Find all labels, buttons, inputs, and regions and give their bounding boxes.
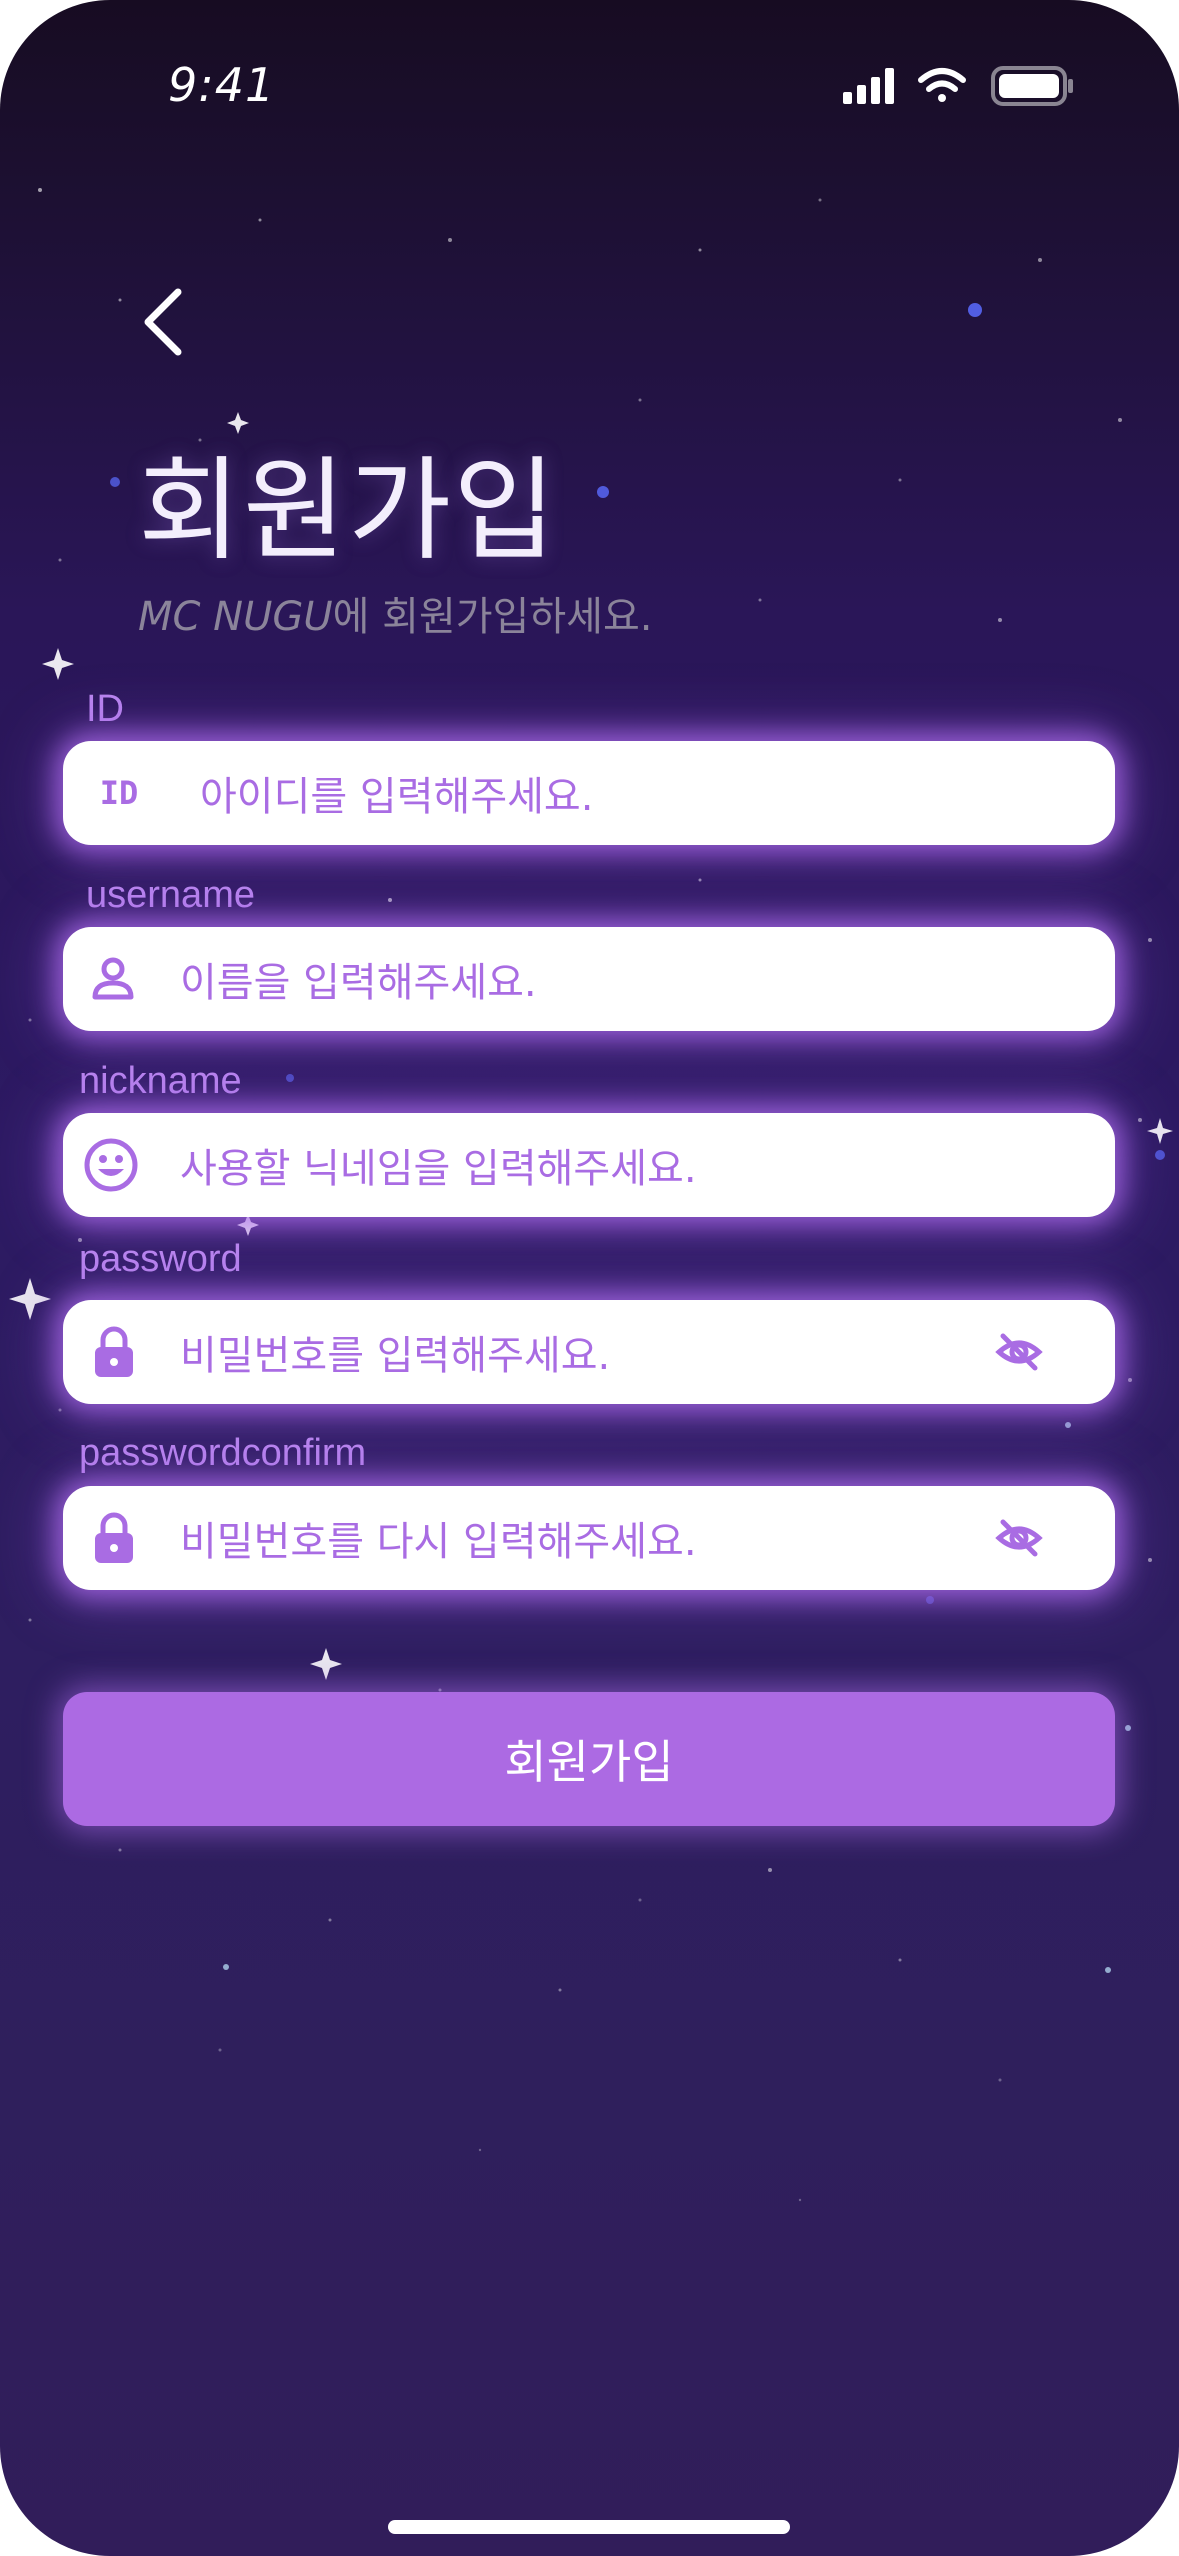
id-label: ID [86, 688, 124, 730]
password-confirm-visibility-toggle[interactable] [995, 1514, 1043, 1562]
subtitle-brand: MC NUGU [138, 594, 333, 640]
username-field[interactable]: 이름을 입력해주세요. [63, 927, 1115, 1031]
status-time: 9:41 [168, 58, 276, 112]
password-confirm-placeholder: 비밀번호를 다시 입력해주세요. [180, 1519, 697, 1565]
eye-off-icon [995, 1333, 1043, 1371]
smiley-icon [84, 1138, 138, 1192]
password-visibility-toggle[interactable] [995, 1328, 1043, 1376]
id-placeholder: 아이디를 입력해주세요. [200, 774, 594, 820]
back-button[interactable] [126, 282, 196, 362]
id-icon: ID [91, 773, 147, 813]
signup-button[interactable]: 회원가입 [63, 1692, 1115, 1826]
password-placeholder: 비밀번호를 입력해주세요. [180, 1333, 611, 1379]
battery-icon [991, 66, 1073, 106]
app-screen: 9:41 회원가입 MC NUGU에 회원가입하세요. ID ID 아이디를 입… [0, 0, 1179, 2556]
id-icon-text: ID [99, 774, 139, 812]
lock-icon [95, 1512, 133, 1563]
status-icons [843, 66, 1073, 106]
username-label: username [86, 874, 255, 916]
subtitle-text: 에 회원가입하세요. [332, 594, 653, 640]
lock-icon [95, 1326, 133, 1377]
password-confirm-field[interactable]: 비밀번호를 다시 입력해주세요. [63, 1486, 1115, 1590]
home-indicator[interactable] [388, 2520, 790, 2534]
person-icon [92, 957, 134, 1000]
password-label: password [79, 1238, 242, 1280]
eye-off-icon [995, 1519, 1043, 1557]
username-placeholder: 이름을 입력해주세요. [180, 960, 537, 1006]
page-title: 회원가입 [138, 446, 559, 576]
nickname-label: nickname [79, 1060, 242, 1102]
id-field[interactable]: ID 아이디를 입력해주세요. [63, 741, 1115, 845]
page-subtitle: MC NUGU에 회원가입하세요. [138, 584, 652, 642]
signal-icon [843, 68, 894, 104]
nickname-placeholder: 사용할 닉네임을 입력해주세요. [180, 1146, 697, 1192]
password-confirm-label: passwordconfirm [79, 1432, 367, 1474]
password-field[interactable]: 비밀번호를 입력해주세요. [63, 1300, 1115, 1404]
wifi-icon [918, 68, 966, 102]
chevron-left-icon [144, 288, 182, 356]
nickname-field[interactable]: 사용할 닉네임을 입력해주세요. [63, 1113, 1115, 1217]
